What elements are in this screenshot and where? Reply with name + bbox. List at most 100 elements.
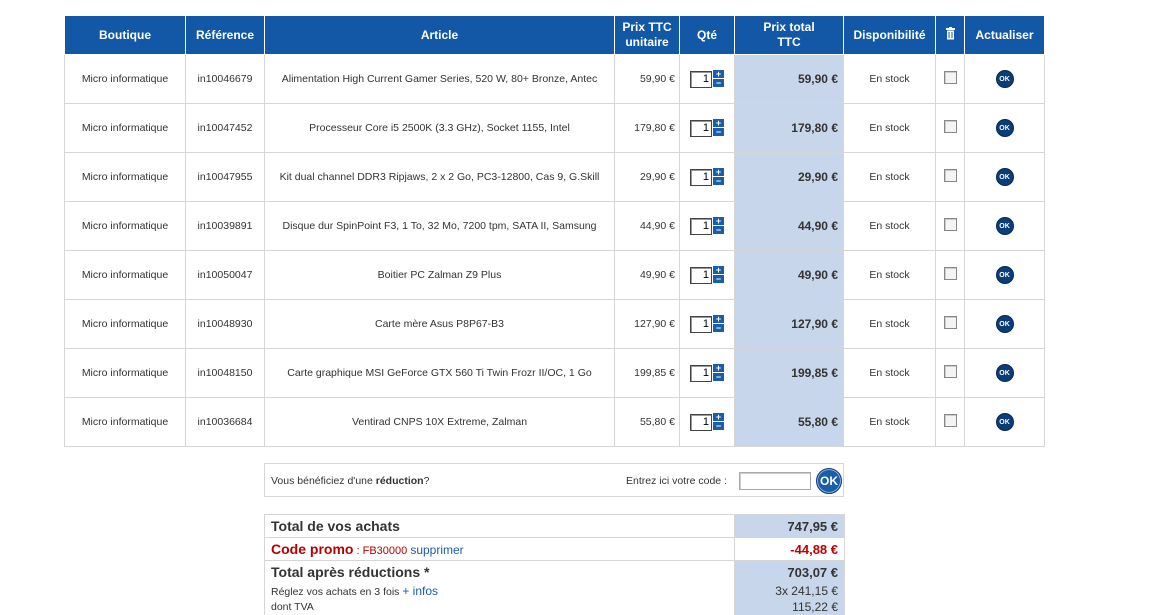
col-boutique: Boutique: [64, 15, 186, 55]
quantity-buttons: + −: [713, 266, 724, 284]
total-after-label: Total après réductions *: [264, 560, 735, 583]
promo-code-box: Vous bénéficiez d'une réduction? Entrez …: [264, 463, 844, 497]
cell-unit-price: 199,85 €: [614, 348, 680, 398]
quantity-buttons: + −: [713, 315, 724, 333]
cell-reference: in10047452: [185, 103, 265, 153]
quantity-buttons: + −: [713, 364, 724, 382]
quantity-buttons: + −: [713, 70, 724, 88]
quantity-stepper: + −: [690, 217, 724, 235]
quantity-minus-button[interactable]: −: [713, 275, 724, 284]
quantity-buttons: + −: [713, 168, 724, 186]
col-total-price-line2: TTC: [777, 35, 801, 49]
quantity-minus-button[interactable]: −: [713, 177, 724, 186]
delete-checkbox[interactable]: [943, 365, 957, 378]
quantity-input[interactable]: [690, 217, 712, 235]
cell-delete: [935, 152, 965, 202]
quantity-minus-button[interactable]: −: [713, 324, 724, 333]
refresh-ok-button[interactable]: OK: [995, 217, 1014, 235]
quantity-stepper: + −: [690, 266, 724, 284]
cell-boutique: Micro informatique: [64, 103, 186, 153]
delete-checkbox[interactable]: [943, 120, 957, 133]
cart-table: Boutique Référence Article Prix TTC unita…: [64, 15, 1045, 447]
refresh-ok-button[interactable]: OK: [995, 70, 1014, 88]
quantity-plus-button[interactable]: +: [713, 119, 724, 128]
refresh-ok-button[interactable]: OK: [995, 364, 1014, 382]
cell-boutique: Micro informatique: [64, 201, 186, 251]
cell-article: Kit dual channel DDR3 Ripjaws, 2 x 2 Go,…: [264, 152, 615, 202]
quantity-minus-button[interactable]: −: [713, 422, 724, 431]
cell-total-price: 59,90 €: [734, 54, 844, 104]
promo-remove-link[interactable]: supprimer: [410, 543, 463, 557]
cell-total-price: 29,90 €: [734, 152, 844, 202]
quantity-stepper: + −: [690, 315, 724, 333]
refresh-ok-button[interactable]: OK: [995, 315, 1014, 333]
promo-question-bold: réduction: [375, 475, 424, 487]
installments-value: 3x 241,15 €: [734, 583, 845, 599]
quantity-input[interactable]: [690, 70, 712, 88]
quantity-input[interactable]: [690, 364, 712, 382]
cell-article: Processeur Core i5 2500K (3.3 GHz), Sock…: [264, 103, 615, 153]
quantity-plus-button[interactable]: +: [713, 217, 724, 226]
table-row: Micro informatique in10048150 Carte grap…: [64, 348, 1045, 398]
totals-row-purchases: Total de vos achats 747,95 €: [264, 514, 845, 538]
delete-checkbox[interactable]: [943, 218, 957, 231]
cell-total-price: 127,90 €: [734, 299, 844, 349]
cell-article: Carte mère Asus P8P67-B3: [264, 299, 615, 349]
table-row: Micro informatique in10048930 Carte mère…: [64, 299, 1045, 349]
promo-ok-button[interactable]: OK: [816, 468, 842, 494]
cell-total-price: 55,80 €: [734, 397, 844, 447]
quantity-input[interactable]: [690, 168, 712, 186]
cell-quantity: + −: [679, 54, 735, 104]
quantity-plus-button[interactable]: +: [713, 266, 724, 275]
cell-availability: En stock: [843, 201, 936, 251]
quantity-minus-button[interactable]: −: [713, 79, 724, 88]
cell-refresh: OK: [964, 397, 1045, 447]
delete-checkbox[interactable]: [943, 414, 957, 427]
quantity-input[interactable]: [690, 266, 712, 284]
installments-info-link[interactable]: + infos: [402, 584, 438, 598]
cell-total-price: 179,80 €: [734, 103, 844, 153]
cell-article: Disque dur SpinPoint F3, 1 To, 32 Mo, 72…: [264, 201, 615, 251]
delete-checkbox[interactable]: [943, 267, 957, 280]
quantity-minus-button[interactable]: −: [713, 373, 724, 382]
refresh-ok-button[interactable]: OK: [995, 413, 1014, 431]
cell-refresh: OK: [964, 201, 1045, 251]
cell-quantity: + −: [679, 103, 735, 153]
cell-delete: [935, 201, 965, 251]
col-total-price: Prix total TTC: [734, 15, 844, 55]
cell-refresh: OK: [964, 54, 1045, 104]
cell-delete: [935, 397, 965, 447]
quantity-plus-button[interactable]: +: [713, 413, 724, 422]
quantity-plus-button[interactable]: +: [713, 364, 724, 373]
promo-code-input[interactable]: [739, 472, 811, 490]
totals-row-after: Total après réductions * 703,07 €: [264, 560, 845, 583]
total-after-value: 703,07 €: [734, 560, 845, 583]
quantity-plus-button[interactable]: +: [713, 315, 724, 324]
refresh-ok-button[interactable]: OK: [995, 266, 1014, 284]
refresh-ok-button[interactable]: OK: [995, 119, 1014, 137]
refresh-ok-button[interactable]: OK: [995, 168, 1014, 186]
quantity-minus-button[interactable]: −: [713, 128, 724, 137]
cell-quantity: + −: [679, 397, 735, 447]
col-refresh: Actualiser: [964, 15, 1045, 55]
quantity-stepper: + −: [690, 413, 724, 431]
cell-quantity: + −: [679, 348, 735, 398]
quantity-input[interactable]: [690, 119, 712, 137]
quantity-input[interactable]: [690, 413, 712, 431]
quantity-plus-button[interactable]: +: [713, 70, 724, 79]
quantity-buttons: + −: [713, 413, 724, 431]
cell-availability: En stock: [843, 103, 936, 153]
delete-checkbox[interactable]: [943, 316, 957, 329]
quantity-minus-button[interactable]: −: [713, 226, 724, 235]
cell-unit-price: 49,90 €: [614, 250, 680, 300]
quantity-plus-button[interactable]: +: [713, 168, 724, 177]
col-unit-price-line1: Prix TTC: [622, 20, 672, 34]
cell-reference: in10039891: [185, 201, 265, 251]
cell-refresh: OK: [964, 152, 1045, 202]
cell-boutique: Micro informatique: [64, 250, 186, 300]
delete-checkbox[interactable]: [943, 169, 957, 182]
quantity-input[interactable]: [690, 315, 712, 333]
cell-refresh: OK: [964, 250, 1045, 300]
col-total-price-line1: Prix total: [763, 20, 815, 34]
delete-checkbox[interactable]: [943, 71, 957, 84]
